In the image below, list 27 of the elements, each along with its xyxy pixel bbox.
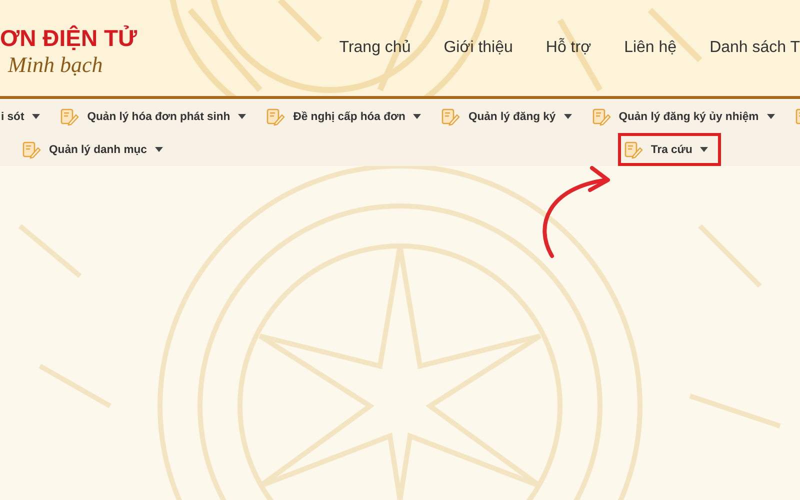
nav-link[interactable]: Giới thiệu	[444, 39, 513, 57]
nav-link[interactable]: Trang chủ	[339, 39, 411, 57]
caret-icon	[564, 114, 572, 119]
document-pencil-icon	[624, 140, 643, 158]
document-pencil-icon	[266, 108, 286, 126]
caret-icon	[700, 147, 708, 152]
nav-link[interactable]: Liên hệ	[624, 39, 677, 57]
document-pencil-icon	[22, 140, 41, 158]
document-pencil-icon	[60, 108, 80, 126]
logo-title: ƠN ĐIỆN TỬ	[0, 24, 138, 52]
menu-item[interactable]: Đề nghị cấp hóa đơn	[260, 104, 428, 130]
menu-item[interactable]: Quản lý đăng ký	[435, 104, 578, 130]
menu-item[interactable]: Quản lý đăng ký ủy nhiệm	[586, 104, 781, 130]
menu-item[interactable]: Quản lý danh mục	[16, 136, 169, 162]
nav-link[interactable]: Hỗ trợ	[546, 39, 592, 57]
menu-item[interactable]: Quản lý hóa đơn phát sinh	[54, 104, 252, 130]
caret-icon	[154, 147, 163, 152]
document-pencil-icon	[441, 108, 460, 126]
caret-icon	[413, 114, 422, 119]
caret-icon	[238, 114, 246, 119]
menu-item[interactable]: i sót	[0, 104, 46, 130]
menu-item[interactable]: Tra cứu	[618, 133, 722, 166]
nav-link[interactable]: Danh sách T	[710, 39, 800, 57]
logo-slogan: Minh bạch	[8, 52, 104, 78]
document-pencil-icon	[592, 108, 611, 126]
caret-icon	[32, 114, 40, 119]
caret-icon	[766, 114, 775, 119]
